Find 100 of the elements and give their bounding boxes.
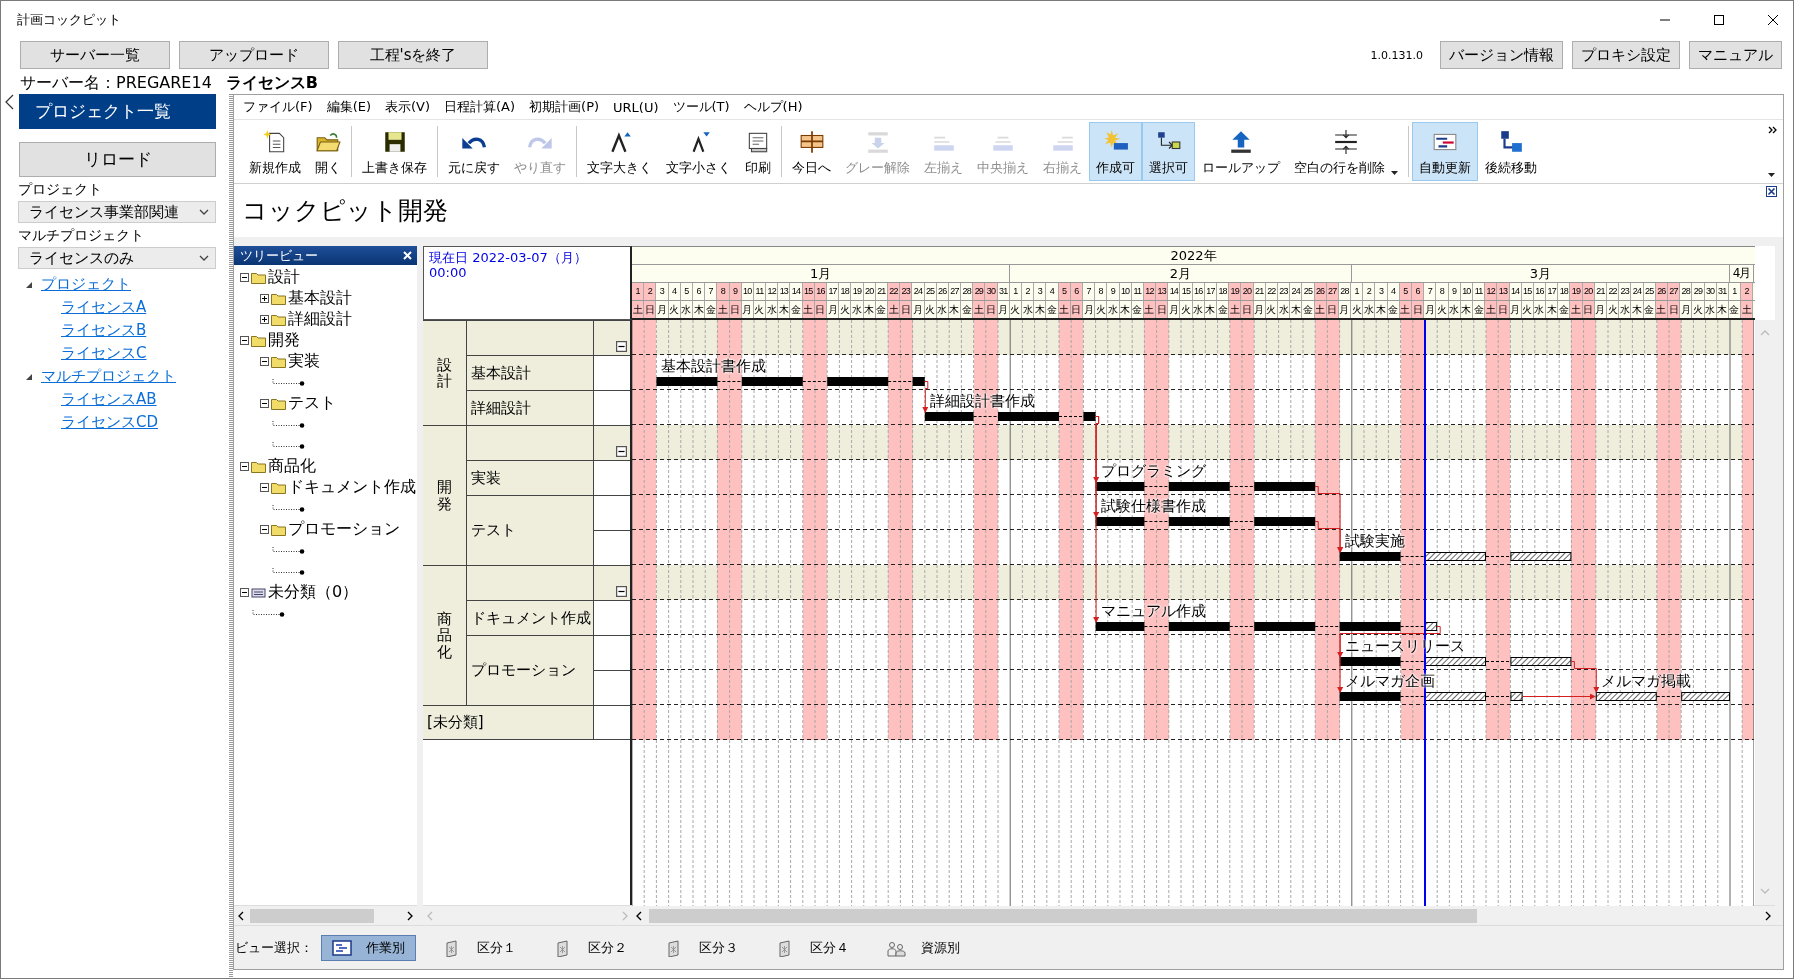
toolbar-button[interactable]: 自動更新	[1412, 122, 1478, 181]
triangle-down-icon[interactable]	[25, 372, 33, 381]
day-number: 16	[1192, 283, 1205, 300]
view-tab[interactable]: 作業別	[321, 934, 416, 961]
menu-item[interactable]: 表示(V)	[385, 98, 431, 116]
minus-box-icon[interactable]	[240, 336, 249, 345]
day-number: 10	[1460, 283, 1473, 300]
panel-title: ツリービュー	[240, 246, 318, 265]
menu-item[interactable]: 編集(E)	[326, 98, 371, 116]
header-button[interactable]: プロキシ設定	[1572, 41, 1680, 69]
toolbar-button[interactable]: ロールアップ	[1195, 122, 1287, 181]
view-tab[interactable]: 区分４	[765, 934, 860, 961]
chevron-right-icon[interactable]	[1765, 910, 1771, 921]
minus-box-icon[interactable]	[260, 483, 269, 492]
header-button[interactable]: バージョン情報	[1440, 41, 1563, 69]
toolbar-button[interactable]: 空白の行を削除	[1287, 122, 1405, 181]
weekday-label: 木	[1204, 301, 1217, 318]
tree-link[interactable]: ライセンスB	[61, 319, 229, 342]
triangle-down-icon[interactable]	[25, 280, 33, 289]
view-tab[interactable]: 区分３	[654, 934, 749, 961]
toolbar-button[interactable]: 開く	[308, 122, 348, 181]
minus-box-icon[interactable]	[240, 588, 249, 597]
close-icon[interactable]	[1767, 13, 1779, 26]
view-tab[interactable]: 区分１	[432, 934, 527, 961]
tree-item[interactable]: 詳細設計	[288, 309, 352, 330]
menu-item[interactable]: ヘルプ(H)	[743, 98, 803, 116]
tree-link[interactable]: ライセンスAB	[61, 388, 229, 411]
tree-link[interactable]: ライセンスA	[61, 296, 229, 319]
tree-item[interactable]: プロモーション	[288, 519, 400, 540]
collapse-icon[interactable]	[5, 94, 14, 110]
day-number: 17	[827, 283, 840, 300]
multi-project-dropdown[interactable]: ライセンスのみ	[18, 247, 216, 269]
reload-button[interactable]: リロード	[19, 142, 216, 177]
menu-item[interactable]: URL(U)	[613, 99, 659, 115]
weekday-label: 火	[1265, 301, 1278, 318]
chevron-left-icon[interactable]	[238, 910, 244, 921]
day-number: 17	[1204, 283, 1217, 300]
tree-item[interactable]: ドキュメント作成	[288, 477, 416, 498]
minus-box-icon[interactable]	[260, 399, 269, 408]
toolbar-button[interactable]: 工程'sを終了	[338, 41, 488, 69]
tree-item[interactable]: 設計	[268, 267, 300, 288]
menu-item[interactable]: ツール(T)	[672, 98, 730, 116]
scroll-thumb[interactable]	[250, 908, 374, 923]
tree-item[interactable]: 実装	[288, 351, 320, 372]
chevron-left-icon[interactable]	[636, 910, 642, 921]
tree-link[interactable]: マルチプロジェクト	[41, 365, 176, 388]
view-tab[interactable]: 資源別	[876, 934, 971, 961]
menu-item[interactable]: 日程計算(A)	[444, 98, 516, 116]
tree-item[interactable]: 未分類（0）	[268, 582, 359, 603]
minus-box-icon[interactable]	[240, 462, 249, 471]
chevron-right-icon[interactable]	[407, 910, 413, 921]
weekday-label: 月	[1509, 301, 1522, 318]
tree-item[interactable]: 商品化	[268, 456, 316, 477]
tree-item[interactable]: 基本設計	[288, 288, 352, 309]
minus-box-icon[interactable]	[616, 586, 627, 597]
project-list-header[interactable]: プロジェクト一覧	[19, 94, 216, 129]
tree-link[interactable]: プロジェクト	[41, 273, 131, 296]
toolbar-button[interactable]: 選択可	[1142, 122, 1195, 181]
day-number: 21	[1594, 283, 1607, 300]
toolbar-button[interactable]: アップロード	[179, 41, 329, 69]
toolbar-button[interactable]: 後続移動	[1478, 122, 1544, 181]
toolbar-button[interactable]: サーバー一覧	[20, 41, 170, 69]
day-number: 4	[1387, 283, 1400, 300]
menu-item[interactable]: ファイル(F)	[243, 98, 313, 116]
menu-item[interactable]: 初期計画(P)	[529, 98, 600, 116]
folder-icon	[271, 523, 286, 536]
tree-item[interactable]: 開発	[268, 330, 300, 351]
tree-item[interactable]: テスト	[288, 393, 336, 414]
project-dropdown[interactable]: ライセンス事業部関連	[18, 201, 216, 223]
toolbar-button[interactable]: 元に戻す	[441, 122, 507, 181]
minus-box-icon[interactable]	[240, 273, 249, 282]
scroll-thumb[interactable]	[649, 908, 1477, 923]
toolbar-button[interactable]: 今日へ	[785, 122, 838, 181]
day-number: 13	[1156, 283, 1169, 300]
toolbar-button[interactable]: 文字大きく	[580, 122, 659, 181]
toolbar-button[interactable]: 新規作成	[242, 122, 308, 181]
day-number: 10	[1119, 283, 1132, 300]
toolbar-button[interactable]: 作成可	[1089, 122, 1142, 181]
caret-down-icon[interactable]	[1768, 173, 1775, 177]
weekday-label: 水	[1363, 301, 1376, 318]
close-icon[interactable]	[1766, 186, 1777, 197]
toolbar-button[interactable]: 上書き保存	[355, 122, 434, 181]
tree-link[interactable]: ライセンスC	[61, 342, 229, 365]
chevrons-right-icon[interactable]	[1768, 126, 1777, 134]
tree-link[interactable]: ライセンスCD	[61, 411, 229, 434]
plus-box-icon[interactable]	[260, 315, 269, 324]
header-button[interactable]: マニュアル	[1689, 41, 1782, 69]
maximize-icon[interactable]	[1713, 13, 1725, 26]
view-tab[interactable]: 区分２	[543, 934, 638, 961]
current-time: 00:00	[429, 265, 467, 280]
step-blocks-icon	[1498, 129, 1524, 155]
toolbar-button[interactable]: 印刷	[738, 122, 778, 181]
minus-box-icon[interactable]	[260, 525, 269, 534]
minus-box-icon[interactable]	[260, 357, 269, 366]
day-number: 24	[1290, 283, 1303, 300]
toolbar-button[interactable]: 文字小さく	[659, 122, 738, 181]
weekday-label: 月	[1253, 301, 1266, 318]
minus-box-icon[interactable]	[616, 446, 627, 457]
minus-box-icon[interactable]	[616, 341, 627, 352]
plus-box-icon[interactable]	[260, 294, 269, 303]
